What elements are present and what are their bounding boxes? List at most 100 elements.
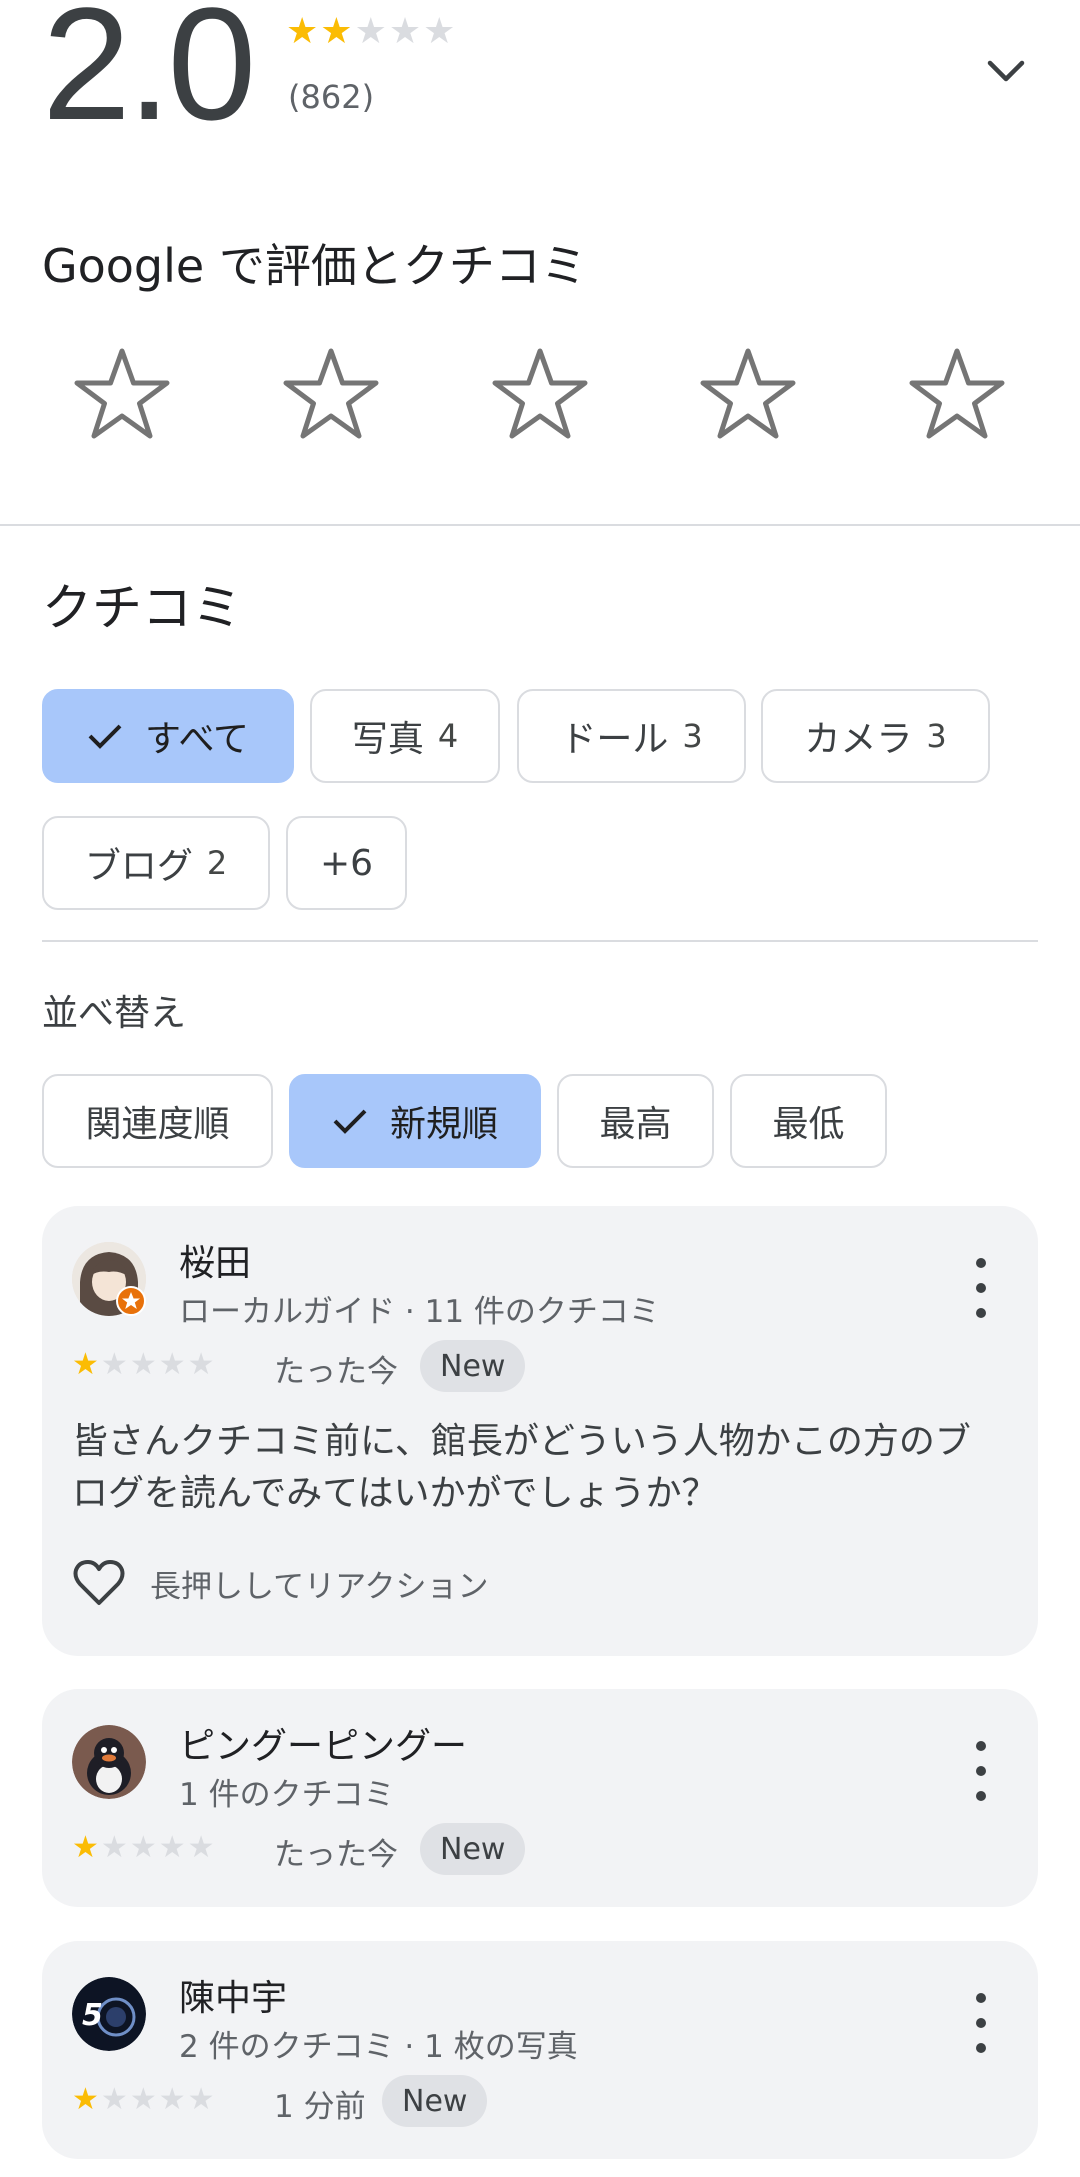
average-rating: 2.0 bbox=[42, 0, 256, 153]
average-rating-stars: ★ ★ ★ ★ ★ bbox=[286, 14, 455, 50]
star-empty-icon: ★ bbox=[187, 1347, 215, 1382]
star-outline-icon bbox=[492, 348, 588, 439]
reviewer-meta: 2 件のクチコミ · 1 枚の写真 bbox=[179, 2029, 578, 2065]
more-options-button[interactable] bbox=[966, 1993, 996, 2053]
check-icon bbox=[332, 1107, 368, 1135]
chip-label: 写真 bbox=[351, 719, 424, 760]
chip-count: 4 bbox=[437, 717, 459, 755]
more-options-button[interactable] bbox=[966, 1258, 996, 1318]
star-empty-icon: ★ bbox=[158, 1347, 186, 1382]
sort-chip-lowest[interactable]: 最低 bbox=[730, 1074, 887, 1168]
reviews-page: 2.0 ★ ★ ★ ★ ★ (862) Google で評価とクチコミ クチコミ… bbox=[0, 0, 1080, 2177]
topic-chip-more[interactable]: +6 bbox=[286, 816, 407, 910]
chip-label: すべて bbox=[144, 719, 250, 760]
reaction-label: 長押ししてリアクション bbox=[150, 1568, 489, 1605]
chip-label: +6 bbox=[319, 842, 374, 884]
star-filled-icon: ★ bbox=[72, 1830, 99, 1865]
review-time: たった今 bbox=[274, 1354, 398, 1390]
reaction-button[interactable]: 長押ししてリアクション bbox=[72, 1558, 489, 1608]
star-empty-icon: ★ bbox=[423, 11, 456, 52]
rate-and-review-title: Google で評価とクチコミ bbox=[42, 239, 587, 293]
heart-outline-icon bbox=[73, 1560, 125, 1605]
reviewer-name[interactable]: ピングーピングー bbox=[179, 1717, 467, 1769]
svg-text:5: 5 bbox=[82, 1998, 103, 2033]
topic-chip-blog[interactable]: ブログ 2 bbox=[42, 816, 270, 910]
review-card: ピングーピングー 1 件のクチコミ ★ ★ ★ ★ ★ たった今 New bbox=[42, 1689, 1038, 1907]
reviewer-name[interactable]: 桜田 bbox=[179, 1234, 251, 1286]
topic-chip-camera[interactable]: カメラ 3 bbox=[761, 689, 990, 783]
star-outline-icon bbox=[74, 348, 170, 439]
avatar[interactable] bbox=[72, 1725, 146, 1799]
topic-chip-all[interactable]: すべて bbox=[42, 689, 294, 783]
reviewer-meta: ローカルガイド · 11 件のクチコミ bbox=[179, 1294, 660, 1330]
avatar[interactable] bbox=[72, 1242, 146, 1316]
reviewer-meta: 1 件のクチコミ bbox=[179, 1777, 395, 1813]
reviewer-name[interactable]: 陳中宇 bbox=[179, 1969, 287, 2021]
chip-count: 2 bbox=[206, 844, 228, 882]
chevron-down-icon bbox=[987, 60, 1025, 82]
chip-label: ドール bbox=[560, 719, 669, 760]
sort-chip-newest[interactable]: 新規順 bbox=[289, 1074, 541, 1168]
review-card: 桜田 ローカルガイド · 11 件のクチコミ ★ ★ ★ ★ ★ たった今 Ne… bbox=[42, 1206, 1038, 1656]
rate-star-4-button[interactable] bbox=[693, 340, 803, 450]
sort-chip-highest[interactable]: 最高 bbox=[557, 1074, 714, 1168]
sort-title: 並べ替え bbox=[42, 993, 187, 1034]
topic-chip-photos[interactable]: 写真 4 bbox=[310, 689, 500, 783]
review-text: 皆さんクチコミ前に、館長がどういう人物かこの方のブログを読んでみてはいかがでしょ… bbox=[72, 1421, 971, 1514]
star-empty-icon: ★ bbox=[129, 1830, 157, 1865]
star-empty-icon: ★ bbox=[100, 1347, 128, 1382]
star-empty-icon: ★ bbox=[187, 2082, 215, 2117]
review-count: (862) bbox=[288, 78, 375, 116]
section-divider bbox=[42, 940, 1038, 942]
check-icon bbox=[87, 722, 123, 750]
reviews-section-title: クチコミ bbox=[42, 579, 242, 637]
new-badge: New bbox=[420, 1340, 526, 1392]
star-filled-icon: ★ bbox=[286, 11, 319, 52]
star-filled-icon: ★ bbox=[72, 2082, 99, 2117]
star-empty-icon: ★ bbox=[388, 11, 422, 52]
rate-star-3-button[interactable] bbox=[485, 340, 595, 450]
more-vert-icon bbox=[976, 1993, 986, 2003]
review-rating-stars: ★ ★ ★ ★ ★ bbox=[72, 1833, 215, 1863]
star-filled-icon: ★ bbox=[320, 11, 353, 52]
chip-label: 最低 bbox=[772, 1104, 845, 1145]
star-empty-icon: ★ bbox=[187, 1830, 215, 1865]
chip-count: 3 bbox=[682, 717, 703, 755]
chip-label: 関連度順 bbox=[85, 1104, 230, 1145]
review-time: 1 分前 bbox=[274, 2089, 366, 2125]
chip-label: 最高 bbox=[599, 1104, 672, 1145]
star-empty-icon: ★ bbox=[354, 11, 387, 52]
review-rating-stars: ★ ★ ★ ★ ★ bbox=[72, 2085, 215, 2115]
review-time: たった今 bbox=[274, 1837, 398, 1873]
star-empty-icon: ★ bbox=[129, 2082, 157, 2117]
review-rating-stars: ★ ★ ★ ★ ★ bbox=[72, 1350, 215, 1380]
rate-star-5-button[interactable] bbox=[902, 340, 1012, 450]
more-vert-icon bbox=[976, 1258, 986, 1268]
topic-chip-doll[interactable]: ドール 3 bbox=[517, 689, 746, 783]
star-outline-icon bbox=[283, 348, 379, 439]
more-options-button[interactable] bbox=[966, 1741, 996, 1801]
more-vert-icon bbox=[976, 1741, 986, 1751]
star-empty-icon: ★ bbox=[158, 2082, 186, 2117]
new-badge: New bbox=[420, 1823, 526, 1875]
chip-label: カメラ bbox=[804, 719, 913, 760]
star-empty-icon: ★ bbox=[100, 2082, 128, 2117]
star-filled-icon: ★ bbox=[72, 1347, 99, 1382]
review-card: 5 陳中宇 2 件のクチコミ · 1 枚の写真 ★ ★ ★ ★ ★ 1 分前 N… bbox=[42, 1941, 1038, 2159]
rate-star-2-button[interactable] bbox=[276, 340, 386, 450]
sort-chip-relevance[interactable]: 関連度順 bbox=[42, 1074, 273, 1168]
chip-count: 3 bbox=[926, 717, 947, 755]
rate-star-1-button[interactable] bbox=[67, 340, 177, 450]
avatar[interactable]: 5 bbox=[72, 1977, 146, 2051]
star-outline-icon bbox=[700, 348, 796, 439]
star-empty-icon: ★ bbox=[129, 1347, 157, 1382]
chip-label: ブログ bbox=[84, 846, 193, 887]
expand-button[interactable] bbox=[976, 46, 1036, 96]
star-empty-icon: ★ bbox=[158, 1830, 186, 1865]
avatar-image: 5 bbox=[72, 1977, 146, 2051]
avatar-image bbox=[72, 1725, 146, 1799]
chip-label: 新規順 bbox=[389, 1104, 498, 1145]
star-outline-icon bbox=[909, 348, 1005, 439]
local-guide-badge-icon bbox=[116, 1286, 146, 1316]
new-badge: New bbox=[382, 2075, 488, 2127]
